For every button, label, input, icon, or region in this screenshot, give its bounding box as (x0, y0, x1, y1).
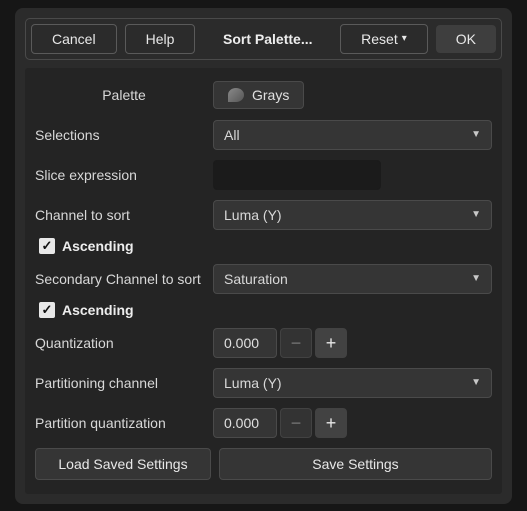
reset-label: Reset (361, 31, 398, 47)
partition-quant-spinner: 0.000 − + (213, 408, 347, 438)
label-selections: Selections (35, 127, 213, 143)
partition-quant-decrement-button[interactable]: − (280, 408, 312, 438)
row-ascending-primary: ✓ Ascending (35, 238, 492, 254)
row-quantization: Quantization 0.000 − + (35, 328, 492, 358)
partition-quant-increment-button[interactable]: + (315, 408, 347, 438)
label-slice: Slice expression (35, 167, 213, 183)
dialog: Cancel Help Sort Palette... Reset ▾ OK P… (15, 8, 512, 504)
ascending-secondary-checkbox[interactable]: ✓ (39, 302, 55, 318)
ascending-primary-label: Ascending (62, 238, 134, 254)
dialog-body: Palette Grays Selections All ▼ Slice exp… (25, 68, 502, 494)
chevron-down-icon: ▼ (471, 377, 481, 388)
footer: Load Saved Settings Save Settings (35, 448, 492, 480)
selections-combo[interactable]: All ▼ (213, 120, 492, 150)
chevron-down-icon: ▼ (471, 129, 481, 140)
chevron-down-icon: ▾ (402, 33, 407, 44)
reset-button[interactable]: Reset ▾ (340, 24, 428, 54)
row-channel: Channel to sort Luma (Y) ▼ (35, 200, 492, 230)
label-quantization: Quantization (35, 335, 213, 351)
secondary-combo[interactable]: Saturation ▼ (213, 264, 492, 294)
dialog-header: Cancel Help Sort Palette... Reset ▾ OK (25, 18, 502, 60)
row-slice: Slice expression (35, 160, 492, 190)
label-channel: Channel to sort (35, 207, 213, 223)
save-settings-button[interactable]: Save Settings (219, 448, 492, 480)
quantization-value[interactable]: 0.000 (213, 328, 277, 358)
channel-combo[interactable]: Luma (Y) ▼ (213, 200, 492, 230)
row-selections: Selections All ▼ (35, 120, 492, 150)
row-partitioning: Partitioning channel Luma (Y) ▼ (35, 368, 492, 398)
label-palette: Palette (35, 87, 213, 103)
ascending-primary-checkbox[interactable]: ✓ (39, 238, 55, 254)
partitioning-value: Luma (Y) (224, 375, 282, 391)
help-button[interactable]: Help (125, 24, 196, 54)
chevron-down-icon: ▼ (471, 209, 481, 220)
quantization-increment-button[interactable]: + (315, 328, 347, 358)
label-secondary: Secondary Channel to sort (35, 271, 213, 287)
load-settings-button[interactable]: Load Saved Settings (35, 448, 211, 480)
quantization-spinner: 0.000 − + (213, 328, 347, 358)
partitioning-combo[interactable]: Luma (Y) ▼ (213, 368, 492, 398)
row-partition-quant: Partition quantization 0.000 − + (35, 408, 492, 438)
channel-value: Luma (Y) (224, 207, 282, 223)
palette-icon (228, 88, 244, 102)
palette-picker-button[interactable]: Grays (213, 81, 304, 109)
quantization-decrement-button[interactable]: − (280, 328, 312, 358)
palette-name: Grays (252, 87, 289, 103)
ascending-secondary-label: Ascending (62, 302, 134, 318)
row-palette: Palette Grays (35, 80, 492, 110)
ok-button[interactable]: OK (436, 25, 496, 53)
chevron-down-icon: ▼ (471, 273, 481, 284)
selections-value: All (224, 127, 240, 143)
row-secondary: Secondary Channel to sort Saturation ▼ (35, 264, 492, 294)
cancel-button[interactable]: Cancel (31, 24, 117, 54)
row-ascending-secondary: ✓ Ascending (35, 302, 492, 318)
partition-quant-value[interactable]: 0.000 (213, 408, 277, 438)
label-partitioning: Partitioning channel (35, 375, 213, 391)
label-partition-quant: Partition quantization (35, 415, 213, 431)
dialog-title: Sort Palette... (203, 31, 332, 47)
slice-input[interactable] (213, 160, 381, 190)
secondary-value: Saturation (224, 271, 288, 287)
